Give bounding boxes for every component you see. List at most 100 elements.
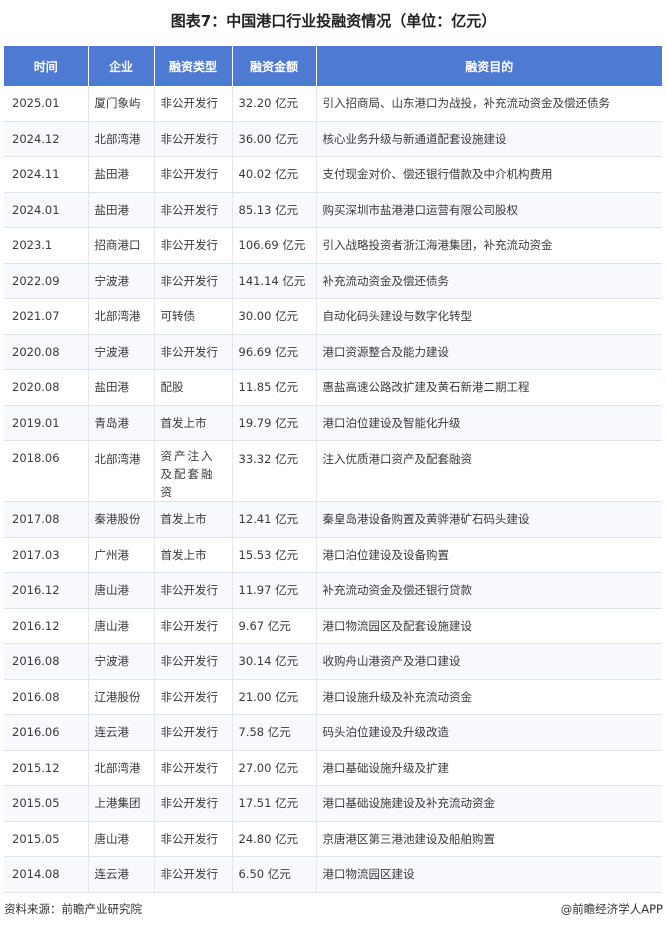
cell-time: 2016.12	[4, 608, 89, 644]
table-row: 2020.08 宁波港 非公开发行 96.69 亿元 港口资源整合及能力建设	[4, 334, 662, 370]
cell-financing-amount: 85.13 亿元	[232, 192, 317, 228]
cell-time: 2020.08	[4, 369, 89, 406]
cell-time: 2015.05	[4, 785, 89, 822]
cell-financing-type: 非公开发行	[154, 227, 233, 264]
cell-company: 北部湾港	[88, 440, 155, 502]
cell-financing-type: 非公开发行	[154, 263, 233, 299]
cell-financing-amount: 15.53 亿元	[232, 537, 317, 573]
table-row: 2015.12 北部湾港 非公开发行 27.00 亿元 港口基础设施升级及扩建	[4, 750, 662, 786]
cell-financing-type: 非公开发行	[154, 192, 233, 228]
cell-financing-purpose: 港口泊位建设及智能化升级	[316, 405, 662, 441]
cell-financing-purpose: 港口物流园区建设	[316, 856, 662, 893]
cell-financing-amount: 40.02 亿元	[232, 156, 317, 193]
table-row: 2015.05 上港集团 非公开发行 17.51 亿元 港口基础设施建设及补充流动资金	[4, 785, 662, 822]
cell-financing-purpose: 引入战略投资者浙江海港集团，补充流动资金	[316, 227, 662, 264]
cell-time: 2017.03	[4, 537, 89, 573]
header-financing-purpose: 融资目的	[316, 46, 662, 86]
table-row: 2016.12 唐山港 非公开发行 11.97 亿元 补充流动资金及偿还银行贷款	[4, 572, 662, 609]
cell-financing-amount: 141.14 亿元	[232, 263, 317, 299]
cell-financing-type: 非公开发行	[154, 572, 233, 609]
table-row: 2024.01 盐田港 非公开发行 85.13 亿元 购买深圳市盐港港口运营有限公司股权	[4, 192, 662, 228]
cell-time: 2018.06	[4, 440, 89, 502]
cell-financing-purpose: 港口物流园区及配套设施建设	[316, 608, 662, 644]
cell-financing-type: 资产注入及配套融资	[154, 440, 233, 502]
cell-company: 北部湾港	[88, 750, 155, 786]
table-row: 2016.08 宁波港 非公开发行 30.14 亿元 收购舟山港资产及港口建设	[4, 643, 662, 680]
cell-financing-type: 非公开发行	[154, 821, 233, 857]
table-row: 2016.06 连云港 非公开发行 7.58 亿元 码头泊位建设及升级改造	[4, 714, 662, 751]
cell-financing-type: 非公开发行	[154, 156, 233, 193]
cell-time: 2016.06	[4, 714, 89, 751]
cell-company: 宁波港	[88, 334, 155, 370]
cell-financing-purpose: 注入优质港口资产及配套融资	[316, 440, 662, 502]
cell-financing-type: 非公开发行	[154, 643, 233, 680]
cell-financing-purpose: 港口基础设施升级及扩建	[316, 750, 662, 786]
cell-financing-amount: 17.51 亿元	[232, 785, 317, 822]
cell-company: 宁波港	[88, 263, 155, 299]
cell-financing-type: 首发上市	[154, 405, 233, 441]
cell-financing-amount: 24.80 亿元	[232, 821, 317, 857]
header-company: 企业	[88, 46, 155, 86]
cell-company: 盐田港	[88, 192, 155, 228]
cell-financing-type: 非公开发行	[154, 785, 233, 822]
cell-time: 2025.01	[4, 86, 89, 122]
cell-financing-purpose: 自动化码头建设与数字化转型	[316, 298, 662, 335]
cell-financing-type: 非公开发行	[154, 714, 233, 751]
header-financing-type: 融资类型	[154, 46, 233, 86]
cell-financing-amount: 7.58 亿元	[232, 714, 317, 751]
cell-financing-amount: 19.79 亿元	[232, 405, 317, 441]
cell-financing-amount: 21.00 亿元	[232, 679, 317, 715]
table-row: 2024.12 北部湾港 非公开发行 36.00 亿元 核心业务升级与新通道配套设施建设	[4, 121, 662, 157]
source-note: 资料来源：前瞻产业研究院	[4, 902, 142, 916]
table-header-row: 时间 企业 融资类型 融资金额 融资目的	[4, 46, 662, 86]
table-row: 2021.07 北部湾港 可转债 30.00 亿元 自动化码头建设与数字化转型	[4, 298, 662, 335]
header-financing-amount: 融资金额	[232, 46, 317, 86]
cell-financing-amount: 33.32 亿元	[232, 440, 317, 502]
cell-financing-amount: 6.50 亿元	[232, 856, 317, 893]
cell-company: 唐山港	[88, 821, 155, 857]
cell-financing-amount: 12.41 亿元	[232, 501, 317, 538]
table-row: 2015.05 唐山港 非公开发行 24.80 亿元 京唐港区第三港池建设及船舶购置	[4, 821, 662, 857]
cell-company: 秦港股份	[88, 501, 155, 538]
cell-financing-type: 非公开发行	[154, 679, 233, 715]
cell-company: 广州港	[88, 537, 155, 573]
cell-time: 2016.08	[4, 679, 89, 715]
table-row: 2024.11 盐田港 非公开发行 40.02 亿元 支付现金对价、偿还银行借款及中介机…	[4, 156, 662, 193]
cell-financing-amount: 11.97 亿元	[232, 572, 317, 609]
cell-financing-purpose: 核心业务升级与新通道配套设施建设	[316, 121, 662, 157]
cell-financing-amount: 96.69 亿元	[232, 334, 317, 370]
cell-company: 宁波港	[88, 643, 155, 680]
cell-company: 连云港	[88, 856, 155, 893]
cell-company: 唐山港	[88, 572, 155, 609]
cell-company: 招商港口	[88, 227, 155, 264]
cell-time: 2016.12	[4, 572, 89, 609]
cell-company: 连云港	[88, 714, 155, 751]
cell-financing-amount: 36.00 亿元	[232, 121, 317, 157]
cell-time: 2015.05	[4, 821, 89, 857]
cell-company: 唐山港	[88, 608, 155, 644]
cell-financing-type: 非公开发行	[154, 750, 233, 786]
cell-financing-type: 首发上市	[154, 537, 233, 573]
cell-company: 青岛港	[88, 405, 155, 441]
cell-time: 2020.08	[4, 334, 89, 370]
cell-financing-purpose: 惠盐高速公路改扩建及黄石新港二期工程	[316, 369, 662, 406]
cell-company: 北部湾港	[88, 298, 155, 335]
cell-company: 厦门象屿	[88, 86, 155, 122]
cell-financing-type: 非公开发行	[154, 86, 233, 122]
cell-financing-type: 非公开发行	[154, 334, 233, 370]
header-time: 时间	[4, 46, 89, 86]
table-row: 2017.03 广州港 首发上市 15.53 亿元 港口泊位建设及设备购置	[4, 537, 662, 573]
cell-financing-purpose: 码头泊位建设及升级改造	[316, 714, 662, 751]
cell-financing-purpose: 引入招商局、山东港口为战投，补充流动资金及偿还债务	[316, 86, 662, 122]
cell-time: 2015.12	[4, 750, 89, 786]
cell-time: 2024.12	[4, 121, 89, 157]
table-row: 2019.01 青岛港 首发上市 19.79 亿元 港口泊位建设及智能化升级	[4, 405, 662, 441]
cell-financing-purpose: 购买深圳市盐港港口运营有限公司股权	[316, 192, 662, 228]
cell-time: 2021.07	[4, 298, 89, 335]
cell-company: 盐田港	[88, 369, 155, 406]
cell-financing-type: 配股	[154, 369, 233, 406]
cell-time: 2014.08	[4, 856, 89, 893]
cell-financing-type: 非公开发行	[154, 121, 233, 157]
cell-company: 盐田港	[88, 156, 155, 193]
cell-financing-purpose: 补充流动资金及偿还银行贷款	[316, 572, 662, 609]
